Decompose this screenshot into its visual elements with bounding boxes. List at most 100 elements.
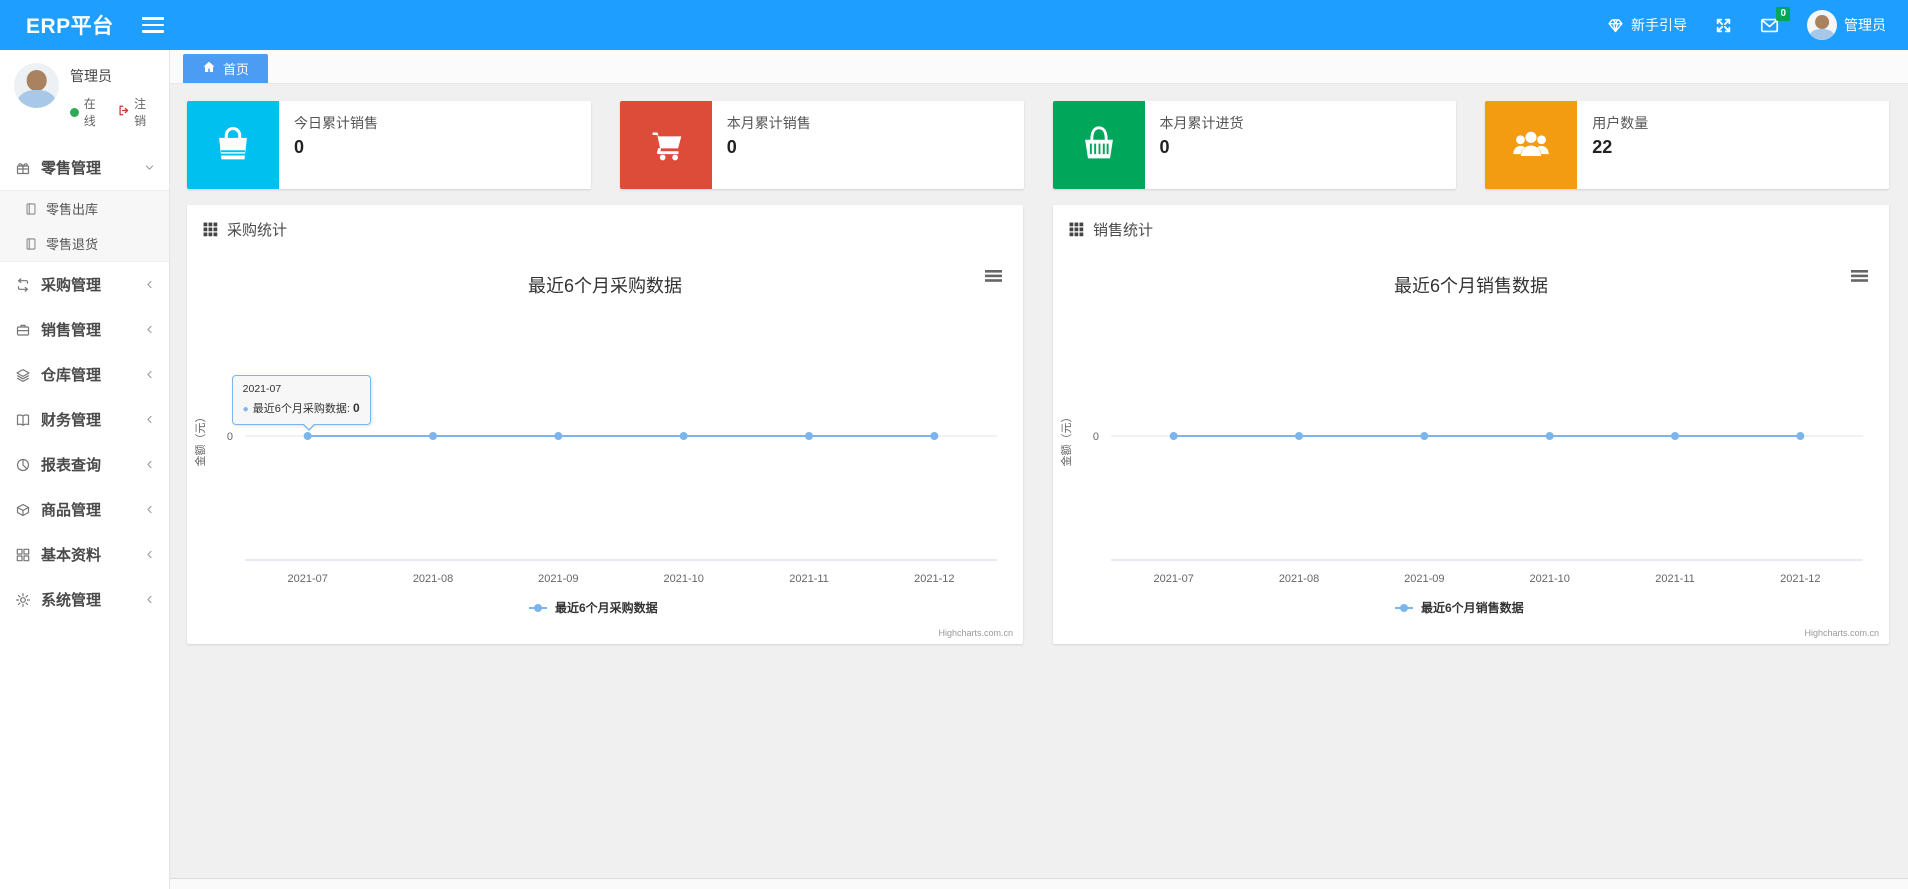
fullscreen-button[interactable] xyxy=(1715,17,1732,34)
x-axis-tick-label: 2021-07 xyxy=(287,573,327,585)
sidebar-item-0[interactable]: 零售管理 xyxy=(0,145,169,190)
tab-home[interactable]: 首页 xyxy=(183,54,269,83)
sidebar-item-label: 采购管理 xyxy=(41,277,102,294)
sidebar-item-2[interactable]: 销售管理 xyxy=(0,307,169,352)
erp-app: ERP平台 新手引导 0 管理员 管理员 在线 注销 零售管理 零售出库 零售退… xyxy=(0,0,1908,889)
chevron-left-icon xyxy=(144,594,155,605)
legend-item[interactable]: 最近6个月采购数据 xyxy=(529,600,658,615)
navbar-right: 新手引导 0 管理员 xyxy=(1607,6,1908,40)
briefcase-icon xyxy=(15,321,32,338)
shopping-cart-icon xyxy=(619,101,712,189)
message-count-badge: 0 xyxy=(1776,6,1790,21)
sidebar-item-6[interactable]: 商品管理 xyxy=(0,487,169,532)
chart-export-menu-icon[interactable] xyxy=(985,270,1002,282)
sidebar-item-5[interactable]: 报表查询 xyxy=(0,442,169,487)
grid-icon xyxy=(15,546,32,563)
x-axis-tick-label: 2021-12 xyxy=(914,573,954,585)
gear-icon xyxy=(15,591,32,608)
chevron-left-icon xyxy=(144,279,155,290)
stat-card-value: 0 xyxy=(726,137,737,157)
guide-link[interactable]: 新手引导 xyxy=(1607,15,1687,35)
data-point-3[interactable] xyxy=(679,432,688,440)
sidebar-item-4[interactable]: 财务管理 xyxy=(0,397,169,442)
sales-chart: 最近6个月销售数据 金额（元） 0 2021-07 2021-08 2021-09 2021… xyxy=(1053,252,1889,644)
chevron-left-icon xyxy=(144,324,155,335)
chart-title: 最近6个月采购数据 xyxy=(528,276,682,296)
x-axis-tick-label: 2021-09 xyxy=(538,573,578,585)
data-point-3[interactable] xyxy=(1545,432,1554,440)
y-axis-tick: 0 xyxy=(1093,431,1099,443)
stat-card-1[interactable]: 本月累计销售 0 xyxy=(619,101,1024,189)
data-point-1[interactable] xyxy=(1295,432,1303,440)
sidebar-item-8[interactable]: 系统管理 xyxy=(0,577,169,622)
user-panel: 管理员 在线 注销 xyxy=(0,50,169,141)
x-axis-tick-label: 2021-10 xyxy=(1529,573,1569,585)
stat-card-0[interactable]: 今日累计销售 0 xyxy=(187,101,591,189)
sidebar-item-3[interactable]: 仓库管理 xyxy=(0,352,169,397)
sidebar-item-label: 报表查询 xyxy=(41,457,102,474)
file-icon xyxy=(24,202,38,216)
sidebar-subitem[interactable]: 零售出库 xyxy=(0,191,169,226)
sidebar-item-7[interactable]: 基本资料 xyxy=(0,532,169,577)
user-name: 管理员 xyxy=(70,68,112,84)
chart-export-menu-icon[interactable] xyxy=(1851,270,1868,282)
y-axis-tick: 0 xyxy=(227,431,233,443)
chevron-left-icon xyxy=(144,549,155,560)
data-point-4[interactable] xyxy=(805,432,813,440)
legend-item[interactable]: 最近6个月销售数据 xyxy=(1395,600,1524,615)
user-menu[interactable]: 管理员 xyxy=(1807,10,1886,40)
expand-icon xyxy=(1715,17,1732,34)
dashboard-content: 今日累计销售 0 本月累计销售 0 本月累计进货 0 用户数量 22 采购统计 最近6个月采购… xyxy=(170,84,1908,644)
logout-link[interactable]: 注销 xyxy=(117,95,157,129)
purchase-chart: 最近6个月采购数据 金额（元） 0 2021-07 2021-08 2021-09 2021… xyxy=(187,252,1023,644)
sidebar-item-1[interactable]: 采购管理 xyxy=(0,262,169,307)
stat-card-3[interactable]: 用户数量 22 xyxy=(1485,101,1889,189)
panel-header: 销售统计 xyxy=(1053,205,1889,252)
data-point-0[interactable] xyxy=(1169,432,1178,440)
x-axis-tick-label: 2021-08 xyxy=(413,573,453,585)
chevron-left-icon xyxy=(144,459,155,470)
sidebar-subitem[interactable]: 零售退货 xyxy=(0,226,169,261)
chart-credits[interactable]: Highcharts.com.cn xyxy=(1804,628,1879,638)
app-logo[interactable]: ERP平台 xyxy=(0,10,140,40)
home-icon xyxy=(202,60,216,77)
stat-card-2[interactable]: 本月累计进货 0 xyxy=(1052,101,1457,189)
sidebar-menu: 零售管理零售出库 零售退货采购管理销售管理仓库管理财务管理报表查询商品管理基本资料… xyxy=(0,145,169,622)
data-point-2[interactable] xyxy=(1420,432,1429,440)
pie-icon xyxy=(15,456,32,473)
tabs-bar: 首页 xyxy=(170,50,1908,84)
sidebar-toggle-icon[interactable] xyxy=(142,17,164,33)
panel-title: 采购统计 xyxy=(227,222,288,239)
x-axis-tick-label: 2021-08 xyxy=(1279,573,1319,585)
x-axis-tick-label: 2021-09 xyxy=(1404,573,1444,585)
chevron-left-icon xyxy=(144,414,155,425)
submenu: 零售出库 零售退货 xyxy=(0,190,169,262)
avatar xyxy=(1807,10,1837,40)
data-point-2[interactable] xyxy=(554,432,563,440)
stat-card-label: 本月累计销售 xyxy=(726,115,811,131)
sidebar-item-label: 基本资料 xyxy=(41,547,102,564)
data-point-5[interactable] xyxy=(1796,432,1805,440)
data-point-1[interactable] xyxy=(429,432,437,440)
online-status-dot xyxy=(70,107,79,117)
chart-credits[interactable]: Highcharts.com.cn xyxy=(938,628,1013,638)
panel-sales-stats: 销售统计 最近6个月销售数据 金额（元） 0 2021-07 2021-08 2021-0… xyxy=(1053,205,1889,644)
stat-card-label: 本月累计进货 xyxy=(1159,115,1244,131)
repeat-icon xyxy=(15,276,32,293)
chevron-left-icon xyxy=(144,504,155,515)
sidebar: 管理员 在线 注销 零售管理零售出库 零售退货采购管理销售管理仓库管理财务管理报表… xyxy=(0,50,170,889)
book-icon xyxy=(15,411,32,428)
chevron-left-icon xyxy=(144,369,155,380)
shopping-basket-icon xyxy=(1052,101,1145,189)
sidebar-item-label: 零售管理 xyxy=(41,160,102,177)
th-grid-icon xyxy=(203,222,218,237)
data-point-4[interactable] xyxy=(1671,432,1679,440)
data-point-0[interactable] xyxy=(303,432,312,440)
messages-button[interactable]: 0 xyxy=(1760,6,1790,35)
x-axis-tick-label: 2021-07 xyxy=(1153,573,1193,585)
data-point-5[interactable] xyxy=(930,432,939,440)
x-axis-tick-label: 2021-11 xyxy=(1655,573,1695,585)
sidebar-item-label: 仓库管理 xyxy=(41,367,102,384)
sidebar-item-label: 系统管理 xyxy=(41,592,102,609)
file-icon xyxy=(24,237,38,251)
